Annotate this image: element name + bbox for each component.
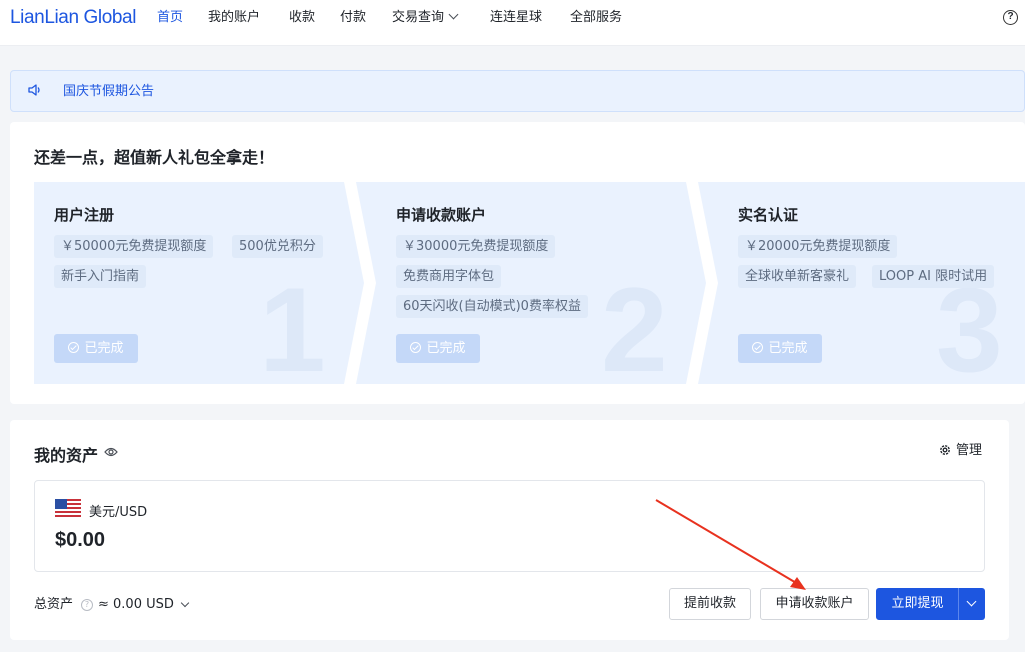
currency-label: 美元/USD bbox=[89, 505, 148, 520]
check-circle-icon bbox=[410, 342, 422, 353]
chevron-down-icon bbox=[448, 9, 459, 20]
help-icon[interactable]: ? bbox=[1003, 10, 1018, 25]
step-title: 申请收款账户 bbox=[396, 206, 487, 224]
step-status: 已完成 bbox=[426, 341, 466, 356]
apply-account-button[interactable]: 申请收款账户 bbox=[760, 588, 869, 620]
total-assets-label: 总资产 bbox=[34, 597, 74, 612]
question-icon[interactable]: ? bbox=[81, 599, 93, 611]
step-status: 已完成 bbox=[84, 341, 124, 356]
total-assets-value[interactable]: ≈ 0.00 USD bbox=[98, 596, 174, 614]
nav-transactions[interactable]: 交易查询 bbox=[392, 4, 459, 32]
onboarding-title: 还差一点，超值新人礼包全拿走！ bbox=[34, 148, 275, 167]
nav-receive[interactable]: 收款 bbox=[289, 4, 315, 32]
nav-home[interactable]: 首页 bbox=[157, 4, 183, 32]
us-flag-icon bbox=[55, 499, 81, 517]
step-number: 2 bbox=[601, 263, 668, 397]
step-tag: 500优兑积分 bbox=[232, 235, 323, 258]
assets-card: 我的资产 管理 美元/USD $0.00 总资产 ? ≈ 0.00 USD 提前… bbox=[10, 420, 1009, 640]
step-verification: 3 实名认证 ￥20000元免费提现额度 全球收单新客豪礼 LOOP AI 限时… bbox=[718, 182, 1025, 390]
nav-planet[interactable]: 连连星球 bbox=[490, 4, 542, 32]
step-apply-account: 2 申请收款账户 ￥30000元免费提现额度 免费商用字体包 60天闪收(自动模… bbox=[376, 182, 696, 390]
usd-balance-card[interactable]: 美元/USD $0.00 bbox=[34, 480, 985, 572]
chevron-down-icon[interactable] bbox=[180, 598, 190, 608]
step-title: 用户注册 bbox=[54, 206, 115, 224]
gear-icon[interactable] bbox=[938, 443, 952, 457]
check-circle-icon bbox=[68, 342, 80, 353]
currency-amount: $0.00 bbox=[55, 529, 106, 551]
step-tag: 免费商用字体包 bbox=[396, 265, 502, 288]
announcement-bar[interactable]: 国庆节假期公告 bbox=[10, 70, 1025, 112]
step-tag: ￥20000元免费提现额度 bbox=[738, 235, 898, 258]
advance-receipt-button[interactable]: 提前收款 bbox=[669, 588, 751, 620]
step-done-badge: 已完成 bbox=[738, 334, 822, 363]
step-tag: ￥30000元免费提现额度 bbox=[396, 235, 556, 258]
step-tag: 全球收单新客豪礼 bbox=[738, 265, 857, 288]
nav-all-services[interactable]: 全部服务 bbox=[570, 4, 622, 32]
speaker-icon bbox=[28, 84, 40, 96]
step-number: 3 bbox=[936, 263, 1003, 397]
step-done-badge: 已完成 bbox=[54, 334, 138, 363]
top-nav: LianLian Global 首页 我的账户 收款 付款 交易查询 连连星球 … bbox=[0, 0, 1025, 46]
eye-icon[interactable] bbox=[104, 446, 118, 458]
nav-transactions-label: 交易查询 bbox=[392, 10, 445, 25]
announcement-text[interactable]: 国庆节假期公告 bbox=[63, 82, 154, 102]
withdraw-dropdown-toggle[interactable] bbox=[958, 588, 985, 620]
manage-button[interactable]: 管理 bbox=[956, 442, 982, 460]
step-title: 实名认证 bbox=[738, 206, 799, 224]
app-root: LianLian Global 首页 我的账户 收款 付款 交易查询 连连星球 … bbox=[0, 0, 1025, 652]
step-tag: 60天闪收(自动模式)0费率权益 bbox=[396, 295, 588, 318]
step-register: 1 用户注册 ￥50000元免费提现额度 500优兑积分 新手入门指南 已完成 bbox=[34, 182, 354, 390]
step-done-badge: 已完成 bbox=[396, 334, 480, 363]
step-tag: ￥50000元免费提现额度 bbox=[54, 235, 214, 258]
check-circle-icon bbox=[752, 342, 764, 353]
assets-title: 我的资产 bbox=[34, 446, 99, 465]
brand-logo[interactable]: LianLian Global bbox=[10, 4, 136, 32]
withdraw-button[interactable]: 立即提现 bbox=[876, 588, 959, 620]
onboarding-card: 还差一点，超值新人礼包全拿走！ 1 用户注册 ￥50000元免费提现额度 500… bbox=[10, 122, 1025, 404]
nav-pay[interactable]: 付款 bbox=[340, 4, 366, 32]
step-tag: 新手入门指南 bbox=[54, 265, 147, 288]
step-status: 已完成 bbox=[768, 341, 808, 356]
step-number: 1 bbox=[259, 263, 326, 397]
nav-my-account[interactable]: 我的账户 bbox=[208, 4, 260, 32]
step-tag: LOOP AI 限时试用 bbox=[872, 265, 995, 288]
